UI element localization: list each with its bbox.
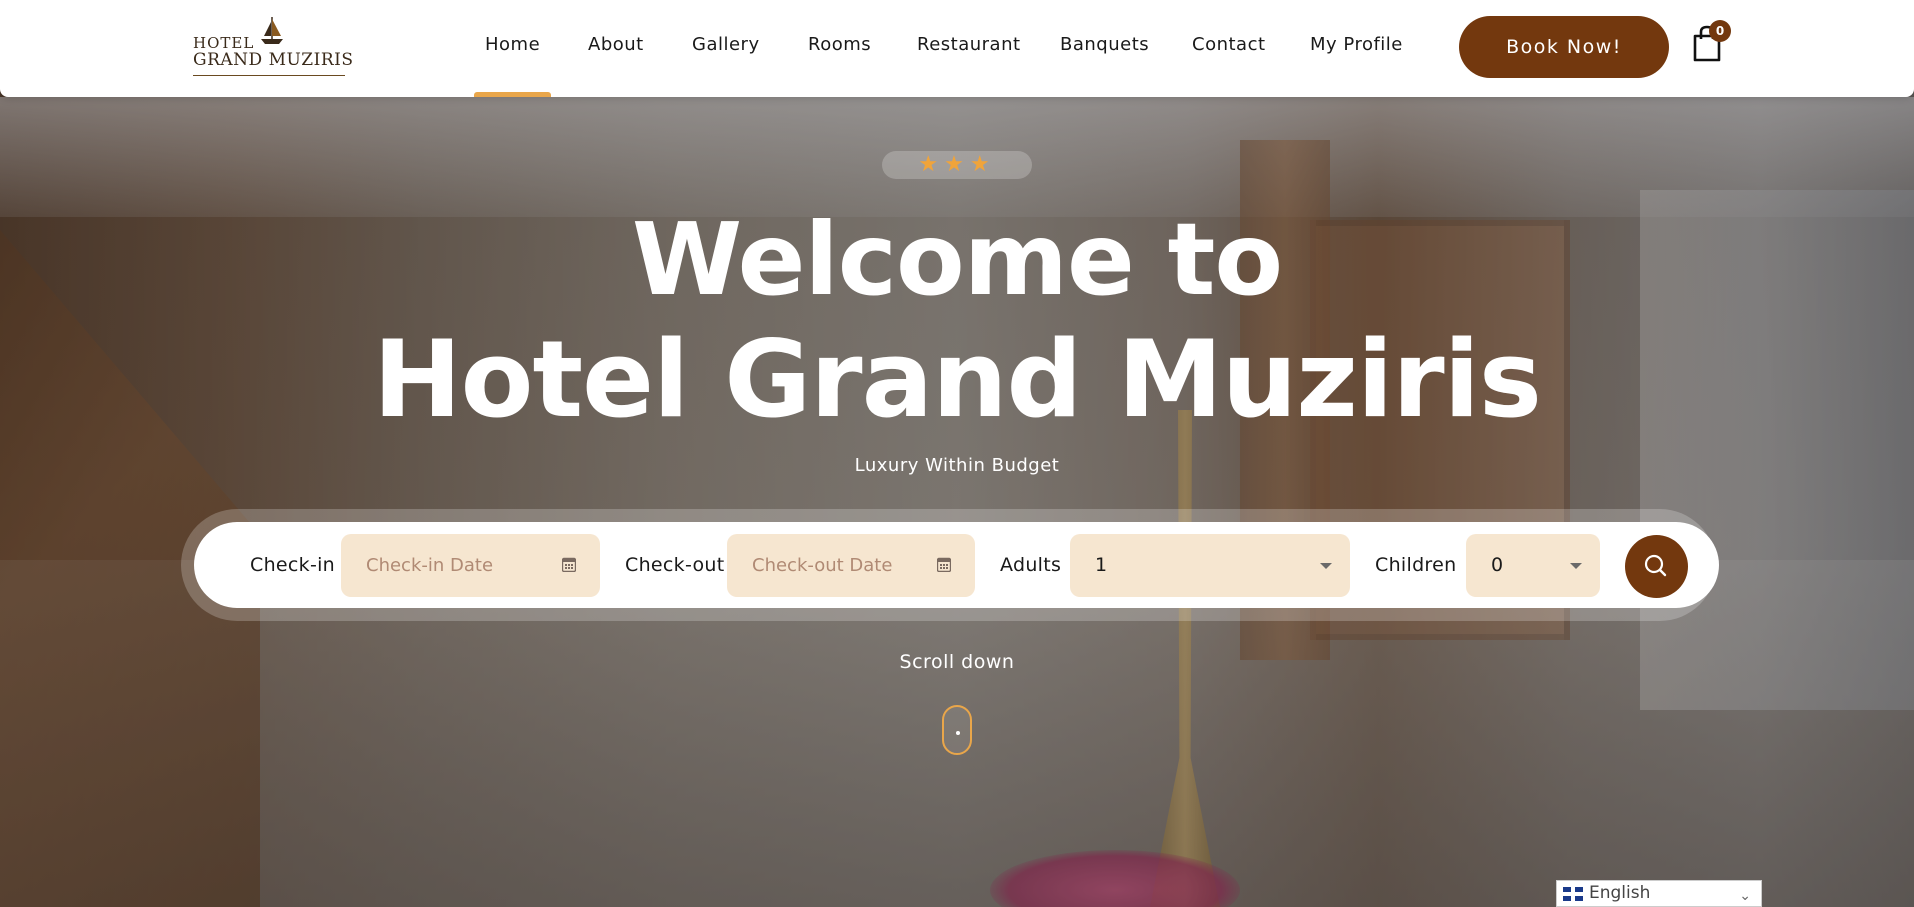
adults-value: 1	[1095, 554, 1108, 576]
checkin-date-input[interactable]: Check-in Date	[341, 534, 600, 597]
nav-about[interactable]: About	[588, 34, 644, 55]
nav-gallery[interactable]: Gallery	[692, 34, 760, 55]
checkout-label: Check-out	[625, 554, 725, 576]
nav-rooms[interactable]: Rooms	[808, 34, 871, 55]
children-select[interactable]: 0	[1466, 534, 1600, 597]
language-value: English	[1589, 883, 1651, 903]
calendar-icon	[937, 557, 951, 572]
ship-icon	[261, 17, 283, 44]
hero-tagline: Luxury Within Budget	[854, 455, 1060, 476]
logo-line-name: GRAND MUZIRIS	[193, 50, 354, 70]
active-nav-indicator	[474, 92, 551, 97]
cart-count-badge: 0	[1709, 20, 1731, 42]
checkout-date-input[interactable]: Check-out Date	[727, 534, 975, 597]
hero-background	[0, 0, 1914, 907]
checkin-placeholder: Check-in Date	[366, 555, 494, 576]
checkout-placeholder: Check-out Date	[752, 555, 893, 576]
chevron-down-icon: ⌄	[1739, 888, 1751, 904]
children-value: 0	[1491, 554, 1504, 576]
nav-contact[interactable]: Contact	[1192, 34, 1266, 55]
nav-banquets[interactable]: Banquets	[1060, 34, 1149, 55]
adults-label: Adults	[1000, 554, 1062, 576]
hero-title-line2: Hotel Grand Muziris	[372, 318, 1542, 441]
hero-overlay	[0, 0, 1914, 907]
hotel-logo[interactable]: HOTEL GRAND MUZIRIS	[193, 16, 353, 78]
book-now-button[interactable]: Book Now!	[1459, 16, 1669, 78]
star-rating: ★★★	[882, 151, 1032, 179]
calendar-icon	[562, 557, 576, 572]
hero-title-line1: Welcome to	[631, 201, 1283, 318]
language-selector[interactable]: English ⌄	[1556, 880, 1762, 907]
uk-flag-icon	[1563, 887, 1583, 901]
logo-underline	[193, 75, 345, 76]
scroll-down-label: Scroll down	[899, 651, 1015, 673]
checkin-label: Check-in	[250, 554, 336, 576]
navbar: HOTEL GRAND MUZIRIS Home About Gallery R…	[0, 0, 1914, 97]
children-label: Children	[1375, 554, 1457, 576]
adults-select[interactable]: 1	[1070, 534, 1350, 597]
nav-home[interactable]: Home	[485, 34, 540, 55]
search-icon	[1644, 554, 1667, 577]
scroll-mouse-icon[interactable]	[942, 705, 972, 755]
nav-restaurant[interactable]: Restaurant	[917, 34, 1021, 55]
search-button[interactable]	[1625, 535, 1688, 598]
scroll-dot	[956, 731, 960, 735]
nav-my-profile[interactable]: My Profile	[1310, 34, 1403, 55]
chevron-down-icon	[1320, 563, 1332, 569]
chevron-down-icon	[1570, 563, 1582, 569]
